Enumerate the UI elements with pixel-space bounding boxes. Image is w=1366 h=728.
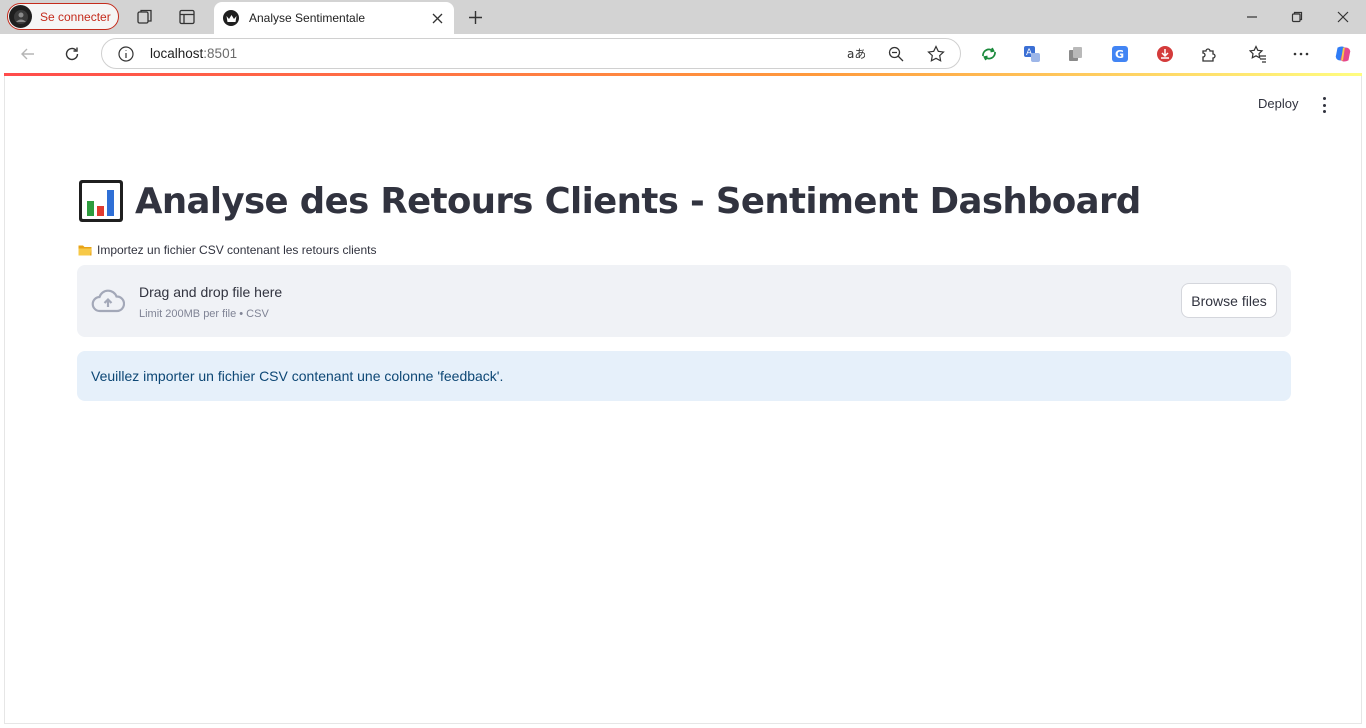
bar-chart-icon — [79, 180, 123, 222]
reload-icon[interactable] — [62, 44, 82, 64]
restore-icon[interactable] — [1287, 7, 1307, 27]
browse-files-button[interactable]: Browse files — [1181, 283, 1277, 318]
extension-copy-icon[interactable] — [1066, 44, 1086, 64]
extensions-puzzle-icon[interactable] — [1199, 44, 1219, 64]
cloud-upload-icon — [91, 289, 125, 313]
browser-tab-strip: Se connecter Analyse Sentimentale — [0, 0, 1366, 34]
active-tab[interactable]: Analyse Sentimentale — [214, 2, 454, 34]
profile-avatar — [9, 5, 32, 28]
read-aloud-icon[interactable]: aあ — [847, 45, 865, 63]
url-text: localhost:8501 — [150, 46, 238, 61]
main-menu-icon[interactable] — [1319, 97, 1329, 113]
profile-button[interactable]: Se connecter — [7, 3, 119, 30]
new-tab-icon[interactable] — [465, 7, 485, 27]
file-uploader-label: Importez un fichier CSV contenant les re… — [78, 243, 376, 257]
svg-text:aあ: aあ — [847, 47, 865, 61]
browser-toolbar: localhost:8501 aあ A G — [0, 34, 1366, 74]
extension-sync-icon[interactable] — [979, 44, 999, 64]
profile-label: Se connecter — [40, 9, 111, 24]
app-page: Deploy Analyse des Retours Clients - Sen… — [4, 76, 1362, 724]
tab-title: Analyse Sentimentale — [249, 11, 366, 25]
deploy-button[interactable]: Deploy — [1258, 96, 1298, 111]
info-alert-text: Veuillez importer un fichier CSV contena… — [91, 368, 504, 384]
extension-download-icon[interactable] — [1155, 44, 1175, 64]
extension-google-translate-icon[interactable]: G — [1110, 44, 1130, 64]
file-dropzone[interactable]: Drag and drop file here Limit 200MB per … — [77, 265, 1291, 337]
more-icon[interactable] — [1291, 44, 1311, 64]
favorites-icon[interactable] — [1248, 44, 1268, 64]
workspaces-icon[interactable] — [135, 7, 155, 27]
tab-close-icon[interactable] — [429, 10, 445, 26]
copilot-icon[interactable] — [1333, 44, 1353, 64]
zoom-out-icon[interactable] — [887, 45, 905, 63]
info-alert: Veuillez importer un fichier CSV contena… — [77, 351, 1291, 401]
page-title-row: Analyse des Retours Clients - Sentiment … — [78, 179, 1141, 223]
dropzone-instructions: Drag and drop file here — [139, 284, 283, 300]
window-close-icon[interactable] — [1333, 7, 1353, 27]
file-uploader-label-text: Importez un fichier CSV contenant les re… — [97, 243, 377, 257]
extension-translate-icon[interactable]: A — [1022, 44, 1042, 64]
page-title: Analyse des Retours Clients - Sentiment … — [135, 180, 1141, 222]
streamlit-favicon — [223, 10, 239, 26]
minimize-icon[interactable] — [1242, 7, 1262, 27]
folder-icon — [78, 245, 92, 256]
svg-text:G: G — [1115, 48, 1124, 61]
dropzone-limit: Limit 200MB per file • CSV — [139, 308, 269, 320]
address-bar[interactable]: localhost:8501 aあ — [101, 38, 961, 69]
favorite-star-icon[interactable] — [927, 45, 945, 63]
back-icon[interactable] — [18, 44, 38, 64]
site-info-icon[interactable] — [117, 45, 135, 63]
tab-actions-icon[interactable] — [177, 7, 197, 27]
